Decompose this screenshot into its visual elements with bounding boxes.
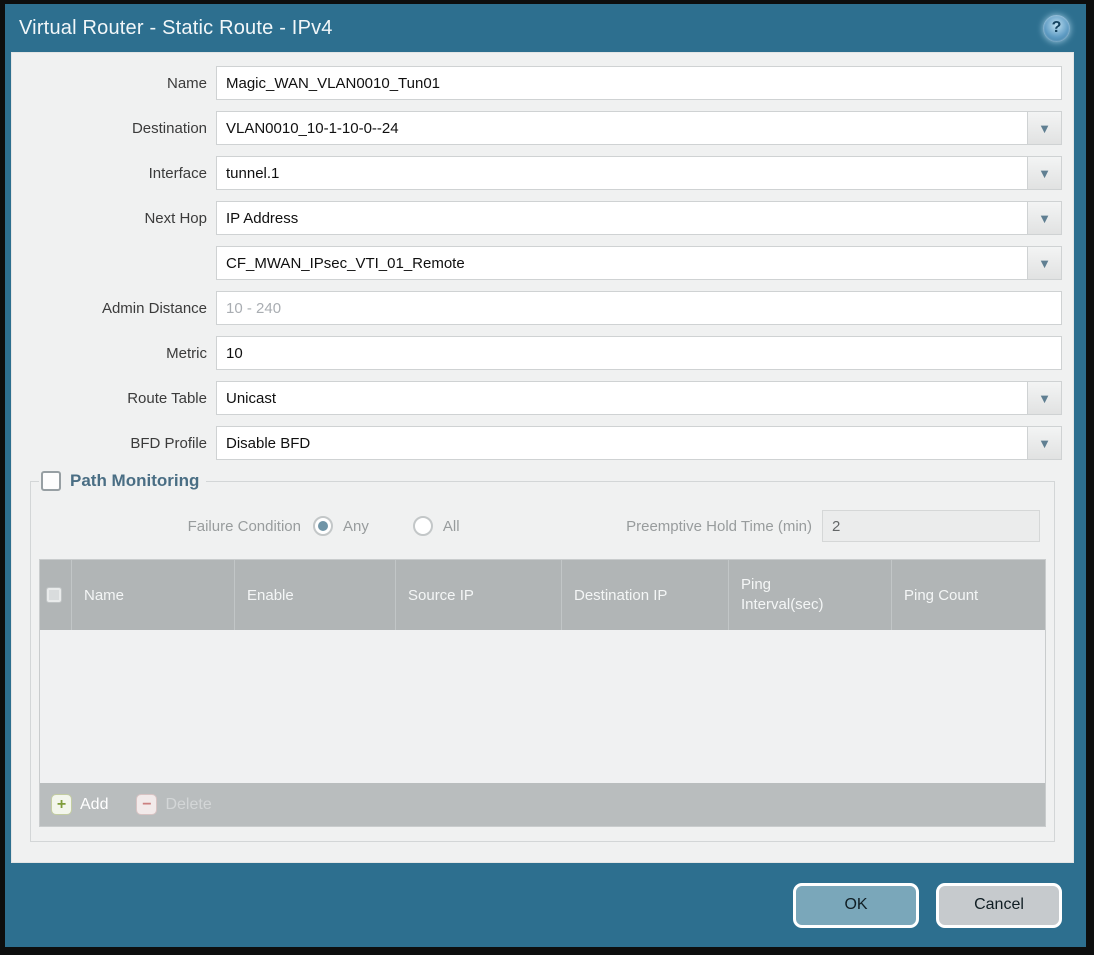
cancel-button[interactable]: Cancel (936, 882, 1062, 928)
chevron-down-icon[interactable]: ▼ (1027, 157, 1061, 189)
chevron-down-icon[interactable]: ▼ (1027, 427, 1061, 459)
header-cell-select (40, 560, 72, 630)
table-body-empty (40, 630, 1045, 783)
minus-icon: − (136, 794, 158, 815)
destination-input[interactable] (217, 112, 1027, 144)
route-table-input[interactable] (217, 382, 1027, 414)
ok-button[interactable]: OK (793, 882, 919, 928)
radio-all-label: All (442, 517, 460, 535)
radio-any[interactable] (313, 516, 333, 536)
add-button-label: Add (80, 795, 109, 813)
destination-field: ▼ (216, 111, 1062, 145)
next-hop-type-field: ▼ (216, 201, 1062, 235)
header-cell-source-ip: Source IP (396, 560, 562, 630)
metric-field (216, 336, 1062, 370)
admin-distance-input[interactable] (217, 292, 1061, 324)
next-hop-address-row: ▼ (12, 246, 1062, 280)
interface-label: Interface (148, 164, 207, 182)
path-monitoring-section: Path Monitoring Failure Condition Any Al… (30, 471, 1055, 842)
destination-label: Destination (131, 119, 207, 137)
header-cell-ping-count: Ping Count (904, 586, 979, 604)
chevron-down-icon[interactable]: ▼ (1027, 112, 1061, 144)
header-cell-ping-interval: Ping Interval(sec) (729, 560, 892, 630)
bfd-profile-field: ▼ (216, 426, 1062, 460)
dialog-footer: OK Cancel (5, 863, 1086, 947)
interface-input[interactable] (217, 157, 1027, 189)
header-cell-destination-ip: Destination IP (562, 560, 729, 630)
table-footer: + Add − Delete (40, 783, 1045, 826)
metric-row: Metric (12, 336, 1062, 370)
titlebar: Virtual Router - Static Route - IPv4 ? (5, 4, 1086, 52)
bfd-profile-row: BFD Profile ▼ (12, 426, 1062, 460)
failure-condition-label: Failure Condition (187, 517, 301, 535)
admin-distance-row: Admin Distance (12, 291, 1062, 325)
chevron-down-icon[interactable]: ▼ (1027, 382, 1061, 414)
route-table-field: ▼ (216, 381, 1062, 415)
name-field (216, 66, 1062, 100)
next-hop-label: Next Hop (144, 209, 207, 227)
table-header: Name Enable Source IP Destination IP Pin… (40, 560, 1045, 630)
next-hop-address-field: ▼ (216, 246, 1062, 280)
header-cell-name: Name (72, 560, 235, 630)
metric-label: Metric (166, 344, 207, 362)
admin-distance-field (216, 291, 1062, 325)
dialog-window: Virtual Router - Static Route - IPv4 ? N… (5, 4, 1086, 947)
chevron-down-icon[interactable]: ▼ (1027, 202, 1061, 234)
delete-button-label: Delete (165, 795, 212, 813)
content-panel: Name Destination ▼ Interface ▼ Next Hop (11, 52, 1074, 863)
radio-all[interactable] (412, 516, 433, 536)
interface-field: ▼ (216, 156, 1062, 190)
preemptive-hold-time-input[interactable] (822, 510, 1040, 542)
failure-condition-row: Failure Condition Any All Preemptive Hol… (39, 509, 1040, 543)
path-monitoring-table: Name Enable Source IP Destination IP Pin… (39, 559, 1046, 827)
add-button[interactable]: + Add (51, 794, 108, 815)
chevron-down-icon[interactable]: ▼ (1027, 247, 1061, 279)
admin-distance-label: Admin Distance (101, 299, 207, 317)
delete-button[interactable]: − Delete (136, 794, 212, 815)
route-table-row: Route Table ▼ (12, 381, 1062, 415)
path-monitoring-legend: Path Monitoring (39, 471, 206, 491)
name-row: Name (12, 66, 1062, 100)
destination-row: Destination ▼ (12, 111, 1062, 145)
route-table-label: Route Table (127, 389, 207, 407)
next-hop-address-input[interactable] (217, 247, 1027, 279)
path-monitoring-label: Path Monitoring (70, 471, 200, 490)
path-monitoring-checkbox[interactable] (41, 471, 61, 491)
select-all-checkbox[interactable] (46, 587, 62, 603)
metric-input[interactable] (217, 337, 1061, 369)
next-hop-row: Next Hop ▼ (12, 201, 1062, 235)
next-hop-type-input[interactable] (217, 202, 1027, 234)
radio-any-label: Any (343, 517, 369, 535)
interface-row: Interface ▼ (12, 156, 1062, 190)
name-input[interactable] (217, 67, 1061, 99)
bfd-profile-label: BFD Profile (130, 434, 207, 452)
bfd-profile-input[interactable] (217, 427, 1027, 459)
preemptive-hold-time-label: Preemptive Hold Time (min) (626, 517, 812, 535)
name-label: Name (166, 74, 207, 92)
header-cell-enable: Enable (235, 560, 396, 630)
dialog-title: Virtual Router - Static Route - IPv4 (19, 16, 333, 39)
plus-icon: + (51, 794, 72, 815)
help-icon[interactable]: ? (1043, 14, 1070, 42)
